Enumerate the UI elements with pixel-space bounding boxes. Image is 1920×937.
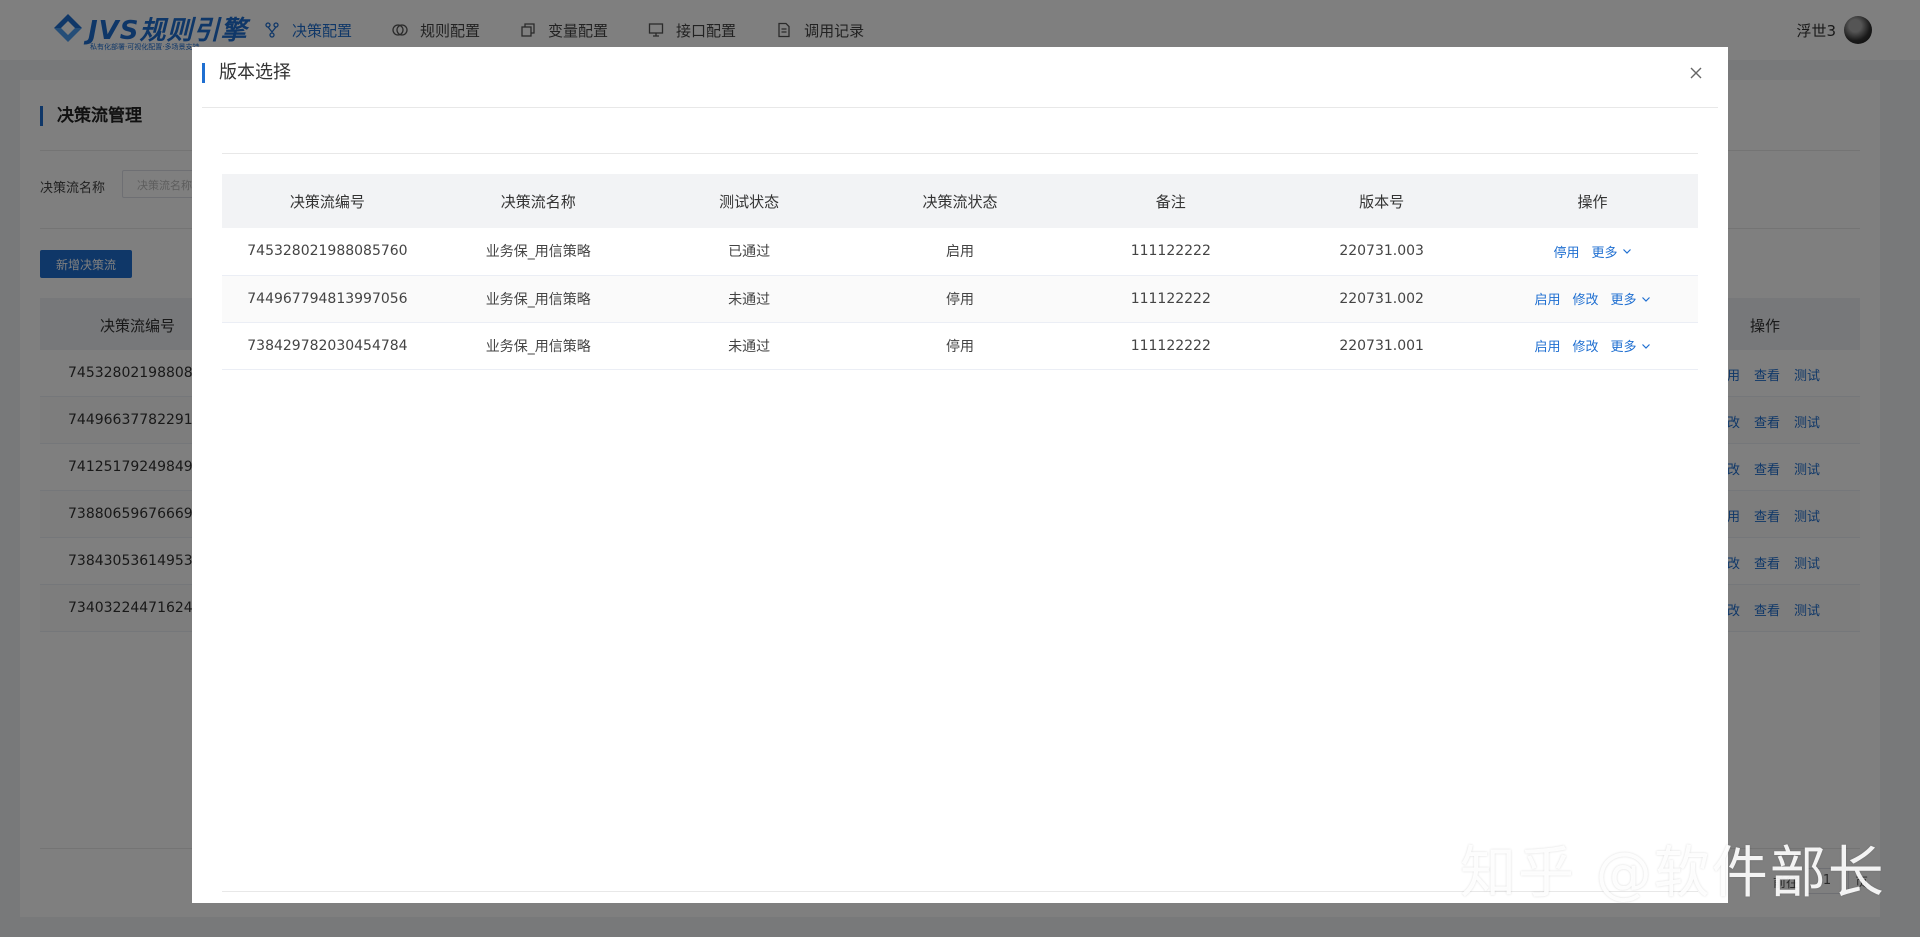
table-row[interactable]: 744967794813997056 业务保_用信策略 未通过 停用 11112… (222, 275, 1698, 323)
column-header: 测试状态 (643, 174, 855, 228)
enable-link[interactable]: 启用 (1535, 289, 1561, 308)
flow-id-cell: 738429782030454784 (222, 322, 433, 370)
actions-cell: 启用 修改 更多 (1487, 275, 1698, 323)
more-label: 更多 (1610, 340, 1637, 355)
test-status-cell: 未通过 (643, 275, 855, 323)
more-dropdown[interactable]: 更多 (1611, 289, 1651, 308)
actions-cell: 启用 修改 更多 (1487, 322, 1698, 370)
divider (202, 107, 1718, 108)
edit-link[interactable]: 修改 (1573, 289, 1599, 308)
more-dropdown[interactable]: 更多 (1592, 242, 1632, 261)
more-label: 更多 (1610, 293, 1637, 308)
close-button[interactable] (1684, 61, 1708, 85)
flow-id-cell: 745328021988085760 (222, 228, 433, 276)
flow-status-cell: 启用 (854, 228, 1066, 276)
version-cell: 220731.003 (1276, 228, 1488, 276)
column-header: 操作 (1487, 174, 1698, 228)
version-cell: 220731.001 (1276, 322, 1488, 370)
table-row[interactable]: 745328021988085760 业务保_用信策略 已通过 启用 11112… (222, 228, 1698, 276)
table-header-row: 决策流编号 决策流名称 测试状态 决策流状态 备注 版本号 操作 (222, 174, 1698, 228)
more-dropdown[interactable]: 更多 (1611, 336, 1651, 355)
flow-status-cell: 停用 (854, 322, 1066, 370)
remark-cell: 111122222 (1065, 322, 1277, 370)
divider (222, 153, 1698, 154)
remark-cell: 111122222 (1065, 275, 1277, 323)
flow-status-cell: 停用 (854, 275, 1066, 323)
column-header: 备注 (1065, 174, 1277, 228)
column-header: 决策流名称 (432, 174, 644, 228)
test-status-cell: 未通过 (643, 322, 855, 370)
actions-cell: 停用 更多 (1487, 228, 1698, 276)
enable-link[interactable]: 启用 (1535, 336, 1561, 355)
close-icon (1690, 67, 1702, 79)
column-header: 决策流编号 (222, 174, 433, 228)
dialog-title: 版本选择 (202, 63, 291, 83)
more-label: 更多 (1591, 245, 1618, 261)
version-cell: 220731.002 (1276, 275, 1488, 323)
flow-name-cell: 业务保_用信策略 (432, 228, 644, 276)
edit-link[interactable]: 修改 (1573, 336, 1599, 355)
disable-link[interactable]: 停用 (1554, 242, 1580, 261)
column-header: 决策流状态 (854, 174, 1066, 228)
flow-name-cell: 业务保_用信策略 (432, 322, 644, 370)
version-select-dialog: 版本选择 决策流编号 决策流名称 测试状态 决策流状态 备注 版本号 操作 74… (192, 47, 1728, 903)
dialog-header: 版本选择 (192, 47, 1728, 107)
remark-cell: 111122222 (1065, 228, 1277, 276)
watermark: 知乎 @软件部长 (1460, 841, 1886, 906)
flow-id-cell: 744967794813997056 (222, 275, 433, 323)
test-status-cell: 已通过 (643, 228, 855, 276)
table-row[interactable]: 738429782030454784 业务保_用信策略 未通过 停用 11112… (222, 322, 1698, 370)
column-header: 版本号 (1276, 174, 1488, 228)
chevron-down-icon (1641, 296, 1650, 302)
flow-name-cell: 业务保_用信策略 (432, 275, 644, 323)
chevron-down-icon (1641, 343, 1650, 349)
version-table: 决策流编号 决策流名称 测试状态 决策流状态 备注 版本号 操作 7453280… (222, 174, 1698, 370)
chevron-down-icon (1622, 249, 1631, 255)
